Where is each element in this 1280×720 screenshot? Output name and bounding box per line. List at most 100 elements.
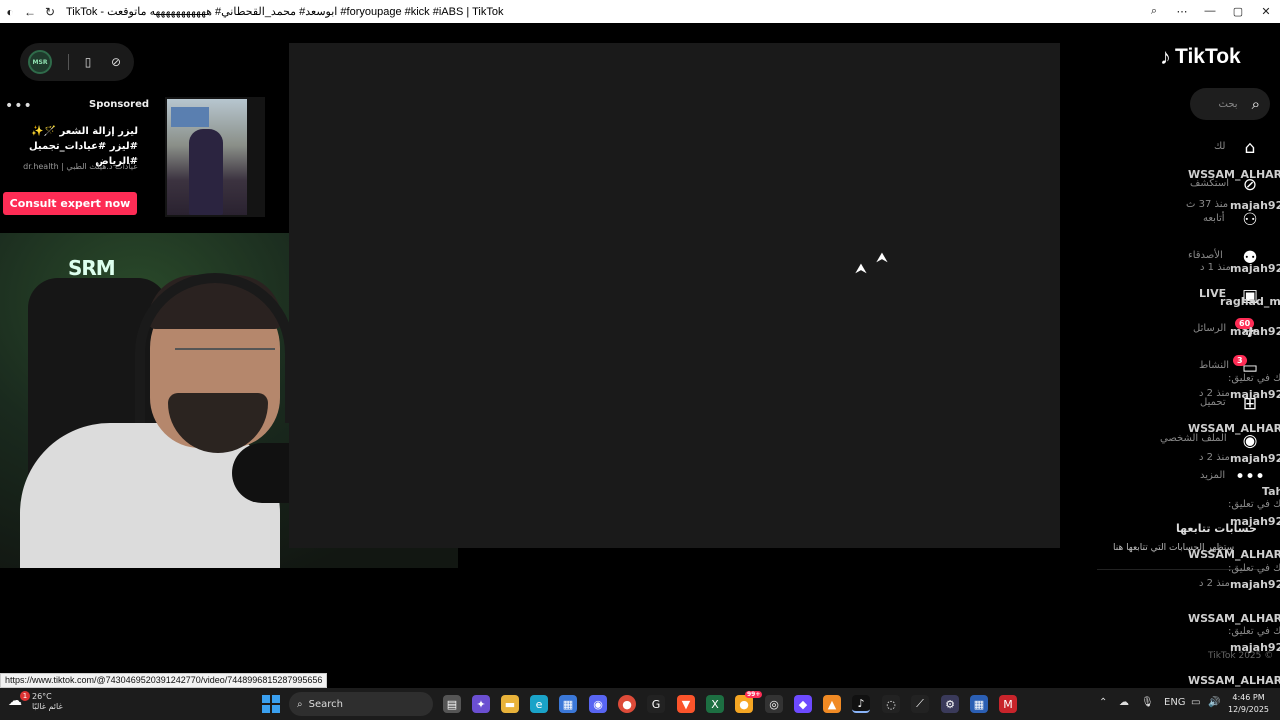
copilot-icon[interactable]: ✦ [472,695,490,713]
consult-expert-button[interactable]: Consult expert now [3,192,137,215]
calculator-icon[interactable]: ▦ [970,695,988,713]
store-icon[interactable]: ▦ [559,695,577,713]
comment-time: منذ 2 د [1199,578,1230,589]
nav-label-activity[interactable]: النشاط [1199,360,1229,371]
comment-user[interactable]: WSSAM_ALHARE [1188,674,1280,687]
mouse-cursor-icon: ⮝ [855,261,867,277]
maximize-button[interactable]: ▢ [1224,5,1252,18]
weather-badge: 1 [20,691,30,701]
volume-icon[interactable]: 🔊 [1208,697,1220,708]
weather-temp: 26°C [32,692,52,701]
nav-label-for-you[interactable]: لك [1214,141,1225,152]
comment-time: منذ 1 د [1200,262,1231,273]
tray-app-icon[interactable]: ☁ [1119,697,1129,708]
weather-desc: غائم غالبًا [32,702,63,711]
home-icon[interactable]: ⌂ [1239,137,1261,159]
close-button[interactable]: ✕ [1252,5,1280,18]
settings-icon[interactable]: ⚙ [941,695,959,713]
search-input[interactable]: بحث ⌕ [1190,88,1270,120]
ad-subtitle: عيادات د.هيلث الطبي | dr.health [23,162,138,171]
taskbar-search[interactable]: ⌕ Search [289,692,433,716]
comment-text: كرك في تعليق: [1228,499,1280,510]
zoom-icon[interactable]: ⌕ [1140,5,1168,18]
headset [135,273,295,423]
back-icon[interactable]: ← [20,1,40,23]
wall-logo: SRM [68,256,116,280]
excel-icon[interactable]: X [706,695,724,713]
comment-handle: majah92@ [1230,199,1280,212]
profile-switcher: MSR ▯ ⊘ [20,43,134,81]
compass-icon[interactable]: ⊘ [107,53,125,71]
divider [68,54,69,70]
search-placeholder: بحث [1218,98,1238,110]
edge-icon[interactable]: e [530,695,548,713]
nav-label-messages[interactable]: الرسائل [1193,323,1226,334]
app-icon[interactable]: ⟋ [911,695,929,713]
comment-user[interactable]: WSSAM_ALHARE [1188,612,1280,625]
tiktok-taskbar-icon[interactable]: ♪ [852,695,870,713]
comment-handle: majah92@ [1230,262,1280,275]
clock[interactable]: 4:46 PM 12/9/2025 [1228,692,1269,716]
tray-chevron-icon[interactable]: ⌃ [1099,697,1107,708]
nav-label-upload[interactable]: تحميل [1200,397,1226,408]
tiktok-wordmark: TikTok [1175,45,1241,68]
comment-user[interactable]: Tah [1262,485,1280,498]
weather-text: 26°C غائم غالبًا [32,692,63,712]
file-explorer-icon[interactable]: ▬ [501,695,519,713]
thumbnail-figure [189,129,223,215]
app-icon: ◐ [6,4,14,19]
comment-text: كرك في تعليق: [1228,373,1280,384]
mcafee-icon[interactable]: M [999,695,1017,713]
app-icon[interactable]: G [647,695,665,713]
search-icon: ⌕ [297,698,303,710]
sponsored-ad: ••• Sponsored ليزر إزالة الشعر 🪄✨ #ليزر … [0,96,288,232]
following-icon[interactable]: ⚇ [1239,209,1261,231]
menu-icon[interactable]: ⋯ [1168,5,1196,18]
comment-handle: majah92@ [1230,578,1280,591]
nav-label-more[interactable]: المزيد [1200,470,1225,481]
comment-user[interactable]: raghad_m9 [1220,295,1280,308]
copyright: TikTok 2025 © [1208,651,1274,661]
language-indicator[interactable]: ENG [1164,697,1186,708]
app-icon[interactable]: ◆ [794,695,812,713]
mobile-icon[interactable]: ▯ [79,53,97,71]
chrome-icon[interactable]: ● [618,695,636,713]
tiktok-logo[interactable]: ♪ TikTok [1160,44,1241,70]
nav-label-explore[interactable]: استكشف [1190,178,1229,189]
nav-label-profile[interactable]: الملف الشخصي [1160,433,1227,444]
thumbnail-window [171,107,209,127]
comment-time: منذ 37 ث [1186,199,1229,210]
taskbar: ☁ 1 26°C غائم غالبًا ⌕ Search ▤ ✦ ▬ e ▦ … [0,688,1280,720]
more-icon[interactable]: ••• [1235,466,1265,488]
task-view-icon[interactable]: ▤ [443,695,461,713]
video-player[interactable] [289,43,1060,548]
avatar[interactable]: MSR [28,50,52,74]
more-options-icon[interactable]: ••• [5,98,33,114]
date: 12/9/2025 [1228,705,1270,714]
microphone-icon[interactable]: 🎙 [1141,697,1154,708]
app-icon[interactable]: ▲ [823,695,841,713]
comment-handle: majah92@ [1230,452,1280,465]
start-button[interactable] [262,695,280,713]
window-title: TikTok - ابوسعد# محمد_القحطاني# هههههههه… [66,6,504,18]
nav-label-friends[interactable]: الأصدقاء [1188,250,1223,261]
reload-icon[interactable]: ↻ [40,1,60,23]
window-titlebar: ◐ ← ↻ TikTok - ابوسعد# محمد_القحطاني# هه… [0,0,1280,23]
following-accounts-title: حسابات تتابعها [1176,522,1257,535]
app-icon[interactable]: ◎ [765,695,783,713]
app-icon[interactable]: ◌ [882,695,900,713]
weather-widget[interactable]: ☁ 1 26°C غائم غالبًا [8,691,63,712]
comment-handle: majah92@ [1230,388,1280,401]
minimize-button[interactable]: — [1196,5,1224,18]
brave-icon[interactable]: ▼ [677,695,695,713]
network-icon[interactable]: ▭ [1191,697,1200,708]
ad-thumbnail[interactable] [167,99,247,215]
comment-time: منذ 2 د [1199,452,1230,463]
comment-user[interactable]: WSSAM_ALHARE [1188,548,1280,561]
discord-icon[interactable]: ◉ [589,695,607,713]
search-icon[interactable]: ⌕ [1252,95,1260,113]
nav-label-following[interactable]: أتابعه [1203,213,1225,224]
tiktok-note-icon: ♪ [1160,44,1171,69]
sponsored-label: Sponsored [89,99,150,110]
comment-text: كرك في تعليق: [1228,563,1280,574]
